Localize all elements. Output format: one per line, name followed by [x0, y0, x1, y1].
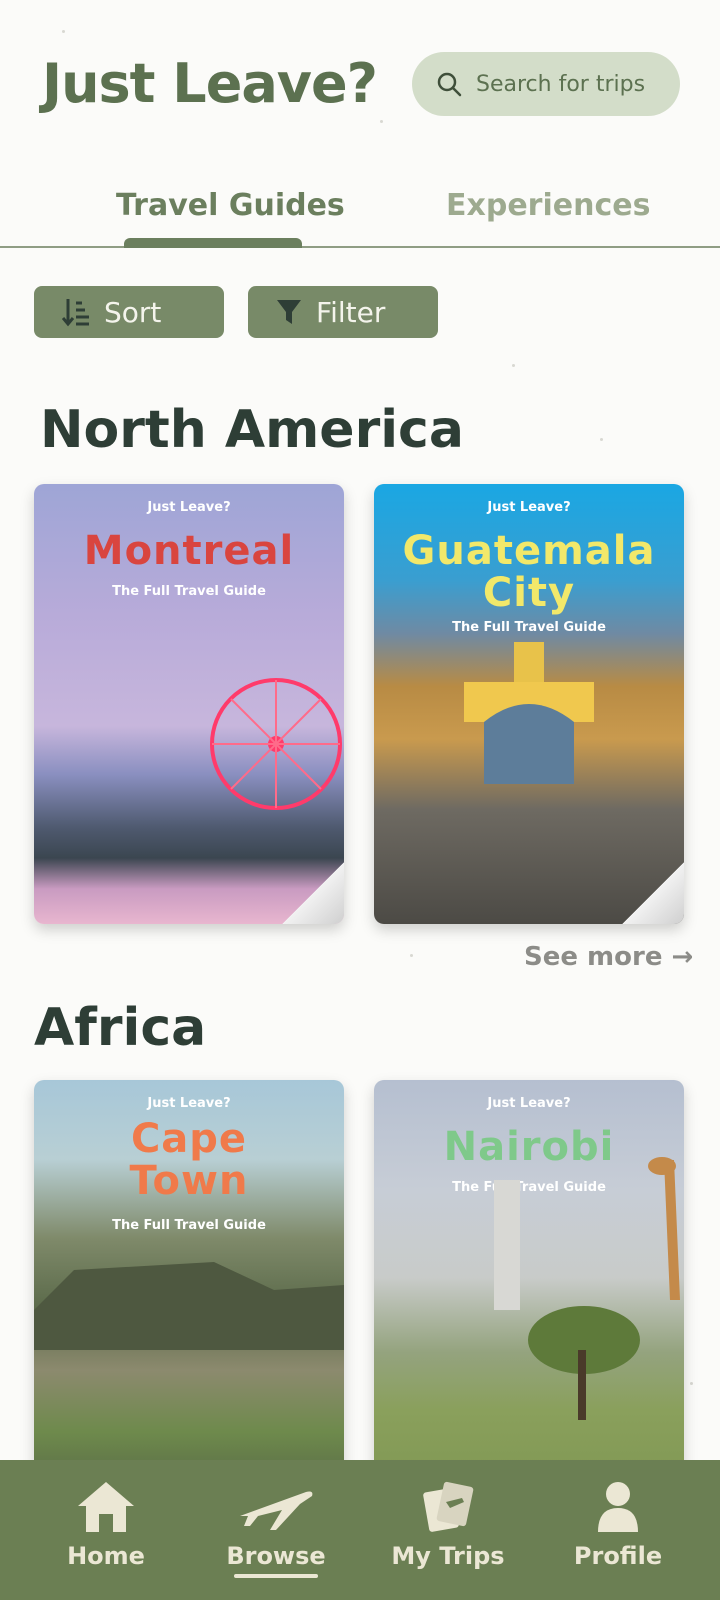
section-title-africa: Africa [34, 998, 207, 1058]
background-speck [410, 954, 413, 957]
background-speck [690, 1382, 693, 1385]
card-brand: Just Leave? [147, 1096, 231, 1111]
nav-my-trips[interactable]: My Trips [378, 1480, 518, 1570]
sort-icon [62, 299, 89, 327]
filter-label: Filter [316, 295, 386, 329]
background-speck [380, 120, 383, 123]
tab-travel-guides[interactable]: Travel Guides [116, 188, 345, 223]
card-city-title: Guatemala City [402, 528, 656, 616]
home-icon [78, 1482, 134, 1532]
sort-label: Sort [104, 295, 162, 329]
nav-home[interactable]: Home [36, 1480, 176, 1570]
airplane-icon [240, 1491, 313, 1530]
person-icon [598, 1482, 638, 1532]
nav-profile[interactable]: Profile [548, 1480, 688, 1570]
card-brand: Just Leave? [487, 1096, 571, 1111]
active-tab-indicator [124, 238, 302, 248]
card-city-title: Cape Town [129, 1116, 249, 1204]
card-city-title: Montreal [83, 528, 295, 574]
guide-card-nairobi[interactable]: Just Leave? Nairobi The Full Travel Guid… [374, 1080, 684, 1520]
search-bar[interactable]: Search for trips [412, 52, 680, 116]
section-title-north-america: North America [40, 400, 464, 460]
nav-home-label: Home [67, 1542, 145, 1570]
arch-illustration [464, 642, 594, 784]
active-nav-indicator [234, 1574, 318, 1578]
guide-tabs: Travel Guides Experiences [0, 180, 720, 248]
bottom-navigation: Home Browse My Trips Profile [0, 1460, 720, 1600]
giraffe-tree-illustration [494, 1157, 680, 1420]
nav-profile-label: Profile [573, 1542, 663, 1570]
guide-card-cape-town[interactable]: Just Leave? Cape Town The Full Travel Gu… [34, 1080, 344, 1520]
nav-my-trips-label: My Trips [391, 1542, 505, 1570]
ferris-wheel-illustration [210, 678, 342, 810]
search-icon [437, 72, 462, 97]
card-subtitle: The Full Travel Guide [112, 584, 266, 599]
sort-button[interactable]: Sort [34, 286, 224, 338]
search-placeholder: Search for trips [476, 71, 646, 97]
filter-icon [277, 300, 301, 324]
background-speck [62, 30, 65, 33]
page-curl [282, 862, 344, 924]
guide-card-guatemala-city[interactable]: Just Leave? Guatemala City The Full Trav… [374, 484, 684, 924]
nav-browse[interactable]: Browse [206, 1480, 346, 1578]
mountain-illustration [34, 1262, 344, 1350]
card-brand: Just Leave? [147, 500, 231, 515]
page-curl [622, 862, 684, 924]
card-subtitle: The Full Travel Guide [452, 620, 606, 635]
tickets-icon [423, 1481, 474, 1532]
guide-card-montreal[interactable]: Just Leave? Montreal The Full Travel Gui… [34, 484, 344, 924]
tab-experiences[interactable]: Experiences [446, 188, 650, 223]
background-speck [512, 364, 515, 367]
card-brand: Just Leave? [487, 500, 571, 515]
background-speck [600, 438, 603, 441]
app-logo: Just Leave? [42, 52, 378, 115]
filter-button[interactable]: Filter [248, 286, 438, 338]
see-more-link[interactable]: See more → [524, 942, 693, 972]
nav-browse-label: Browse [226, 1542, 326, 1570]
